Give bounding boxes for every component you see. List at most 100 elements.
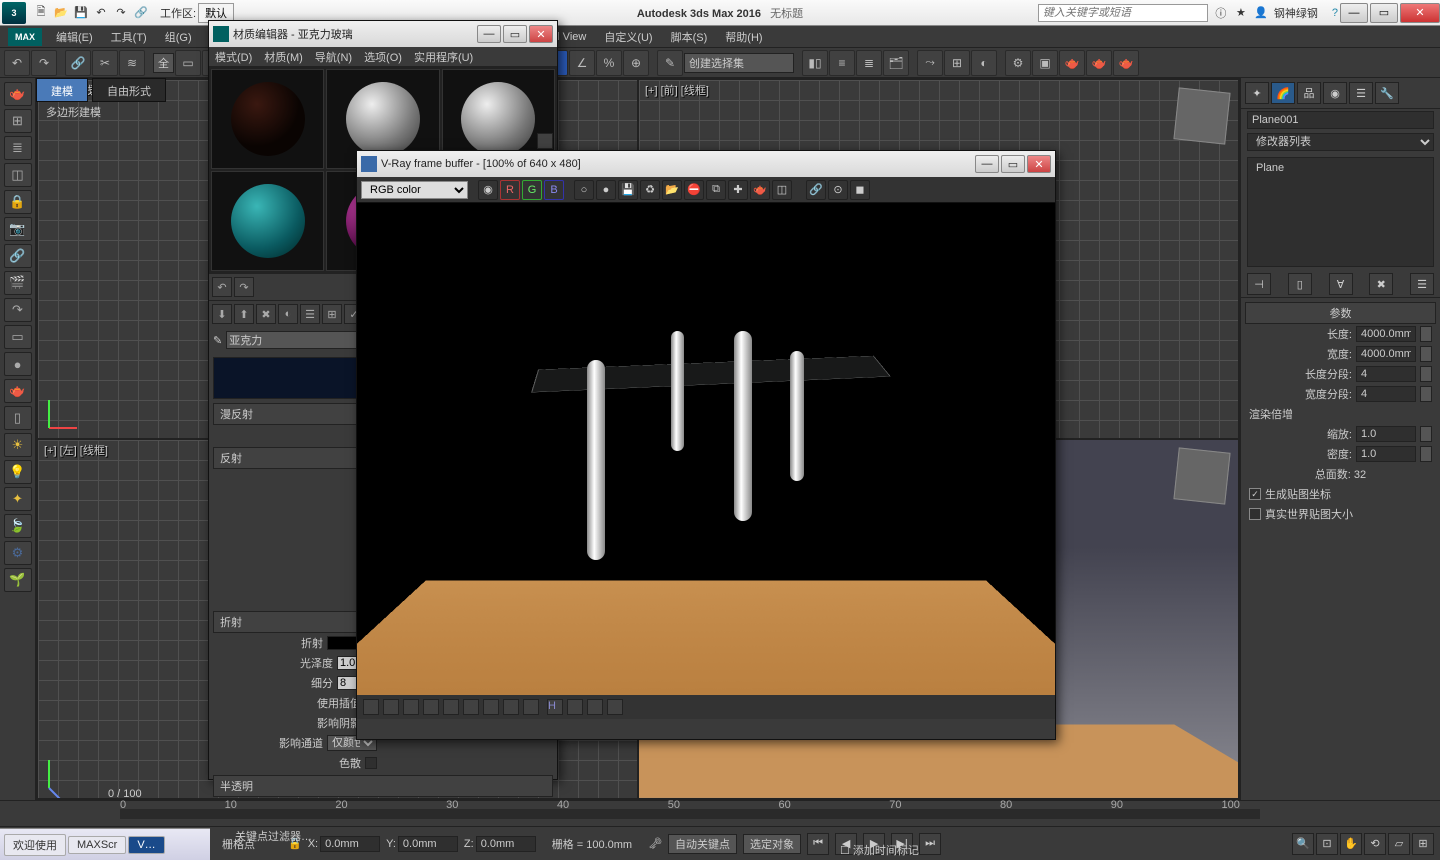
schematic-button[interactable]: ⊞ [944,50,970,76]
translucency-rollout[interactable]: 半透明 [213,775,553,797]
clip-icon[interactable]: 🎬 [4,271,32,295]
star-icon[interactable]: ★ [1232,4,1250,22]
end-button[interactable]: ⏭ [919,833,941,855]
selset-dropdown[interactable]: 选定对象 [743,834,801,854]
menu-script[interactable]: 脚本(S) [663,27,716,47]
width-spinner[interactable] [1420,346,1432,362]
vfb-min-button[interactable]: — [975,155,999,173]
render-button[interactable]: 🫖 [1059,50,1085,76]
y-coord-input[interactable] [398,836,458,852]
teapot2-icon[interactable]: 🫖 [4,379,32,403]
utility-tab-icon[interactable]: 🔧 [1375,82,1399,104]
rgb-icon[interactable]: ◉ [478,180,498,200]
info-icon[interactable]: ⓘ [1212,4,1230,22]
mat-slot-4[interactable] [211,171,324,271]
menu-group[interactable]: 组(G) [157,27,200,47]
clear-icon[interactable]: ♻ [640,180,660,200]
key-icon[interactable]: 🗝 [648,837,662,850]
vray-frame-buffer-window[interactable]: V-Ray frame buffer - [100% of 640 x 480]… [356,150,1056,740]
get-material-icon[interactable]: ⬇ [212,304,232,324]
lseg-input[interactable] [1356,366,1416,382]
unlink-button[interactable]: ✂ [92,50,118,76]
motion-tab-icon[interactable]: ◉ [1323,82,1347,104]
named-sel-button[interactable]: ✎ [657,50,683,76]
layers-icon[interactable]: ≣ [4,136,32,160]
mated-menu-nav[interactable]: 导航(N) [315,49,352,65]
redo-icon[interactable]: ↷ [112,4,130,22]
remove-mod-icon[interactable]: ✖ [1369,273,1393,295]
user-name[interactable]: 钢神绿钢 [1274,5,1318,21]
gen-mapping-checkbox[interactable]: ✓ [1249,488,1261,500]
3dsmax-logo-icon[interactable]: 3 [2,2,26,24]
layers-button[interactable]: ≣ [856,50,882,76]
modifier-list-dropdown[interactable]: 修改器列表 [1247,133,1434,151]
render-iter-button[interactable]: 🫖 [1113,50,1139,76]
rect-icon[interactable]: ▭ [4,325,32,349]
unique-icon[interactable]: ∀ [1329,273,1353,295]
modifier-stack[interactable]: Plane [1247,157,1434,267]
camera-icon[interactable]: 📷 [4,217,32,241]
density-input[interactable] [1356,446,1416,462]
delete-icon[interactable]: ⛔ [684,180,704,200]
time-slider[interactable] [120,809,1260,819]
x-coord-input[interactable] [320,836,380,852]
link-icon[interactable]: 🔗 [132,4,150,22]
alpha-icon[interactable]: ● [596,180,616,200]
spinner-snap-button[interactable]: ⊕ [623,50,649,76]
mirror-button[interactable]: ▮▯ [802,50,828,76]
link-icon[interactable]: 🔗 [4,244,32,268]
mated-menu-options[interactable]: 选项(O) [364,49,402,65]
minimize-button[interactable]: — [1340,3,1368,23]
select-button[interactable]: ▭ [175,50,201,76]
mated-max-button[interactable]: ▭ [503,25,527,43]
params-rollout-header[interactable]: 参数 [1245,302,1436,324]
object-name-input[interactable] [1247,111,1434,129]
pan-icon[interactable]: ✋ [1340,833,1362,855]
render-setup-button[interactable]: ⚙ [1005,50,1031,76]
save-render-icon[interactable]: 💾 [618,180,638,200]
hierarchy-tab-icon[interactable]: 品 [1297,82,1321,104]
render-last-icon[interactable]: 🫖 [750,180,770,200]
render-frame-button[interactable]: ▣ [1032,50,1058,76]
taskbar-maxscr[interactable]: MAXScr [68,836,126,854]
red-channel-button[interactable]: R [500,180,520,200]
taskbar-vray-icon[interactable]: V… [128,836,164,854]
pin-stack-icon[interactable]: ⊣ [1247,273,1271,295]
mated-menu-material[interactable]: 材质(M) [264,49,303,65]
percent-snap-button[interactable]: % [596,50,622,76]
taskbar-welcome[interactable]: 欢迎使用 [4,834,66,856]
vfb-channel-select[interactable]: RGB color [361,181,468,199]
menu-edit[interactable]: 编辑(E) [48,27,101,47]
mated-menu-util[interactable]: 实用程序(U) [414,49,473,65]
max-corner-icon[interactable]: MAX [8,28,42,46]
region-render-icon[interactable]: ◫ [772,180,792,200]
material-editor-button[interactable]: ◐ [971,50,997,76]
open-icon[interactable]: 📂 [52,4,70,22]
show-result-icon[interactable]: ▯ [1288,273,1312,295]
user-icon[interactable]: 👤 [1252,4,1270,22]
mated-min-button[interactable]: — [477,25,501,43]
copy-icon[interactable]: ⧉ [706,180,726,200]
close-button[interactable]: ✕ [1400,3,1440,23]
clone-icon[interactable]: ✚ [728,180,748,200]
search-input[interactable] [1038,4,1208,22]
track-bar[interactable]: 0102030405060708090100 [0,800,1440,826]
selection-set-dropdown[interactable]: 创建选择集 [684,53,794,73]
eyedropper-icon[interactable]: ✎ [213,334,222,347]
fov-icon[interactable]: ▱ [1388,833,1410,855]
scale-input[interactable] [1356,426,1416,442]
cyl-icon[interactable]: ▯ [4,406,32,430]
curve-editor-button[interactable]: ⤳ [917,50,943,76]
teapot-tool-icon[interactable]: 🫖 [4,82,32,106]
new-icon[interactable]: 🗎 [32,4,50,22]
width-input[interactable] [1356,346,1416,362]
autokey-button[interactable]: 自动关键点 [668,834,737,854]
stop-icon[interactable]: ◼ [850,180,870,200]
mated-close-button[interactable]: ✕ [529,25,553,43]
sun-icon[interactable]: ☀ [4,433,32,457]
bind-button[interactable]: ≋ [119,50,145,76]
redo-tool-icon[interactable]: ↷ [4,298,32,322]
menu-tools[interactable]: 工具(T) [103,27,155,47]
length-input[interactable] [1356,326,1416,342]
track-mouse-icon[interactable]: ⊙ [828,180,848,200]
